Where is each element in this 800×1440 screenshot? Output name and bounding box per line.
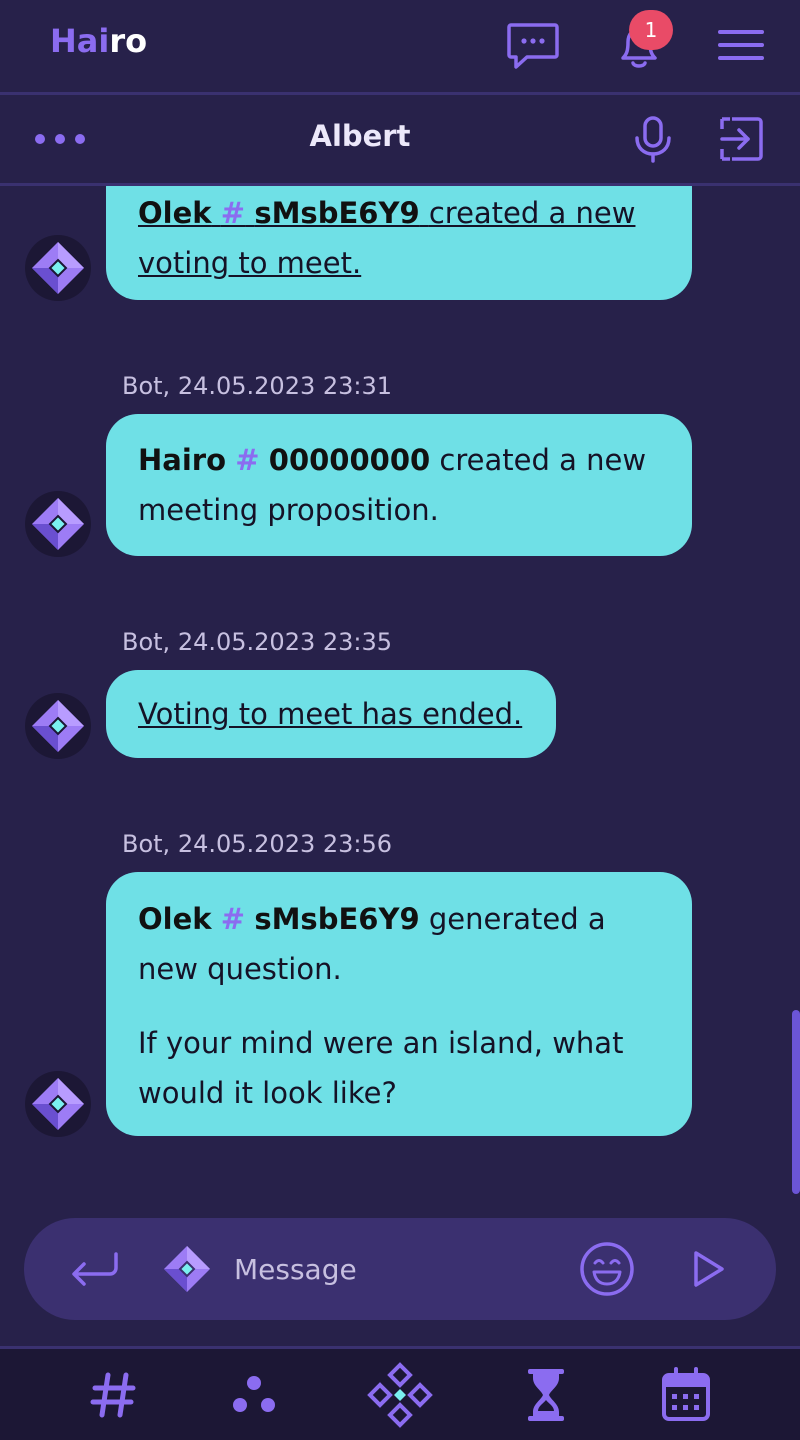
emoji-icon[interactable] <box>578 1240 636 1298</box>
voting-ended-link[interactable]: Voting to meet has ended. <box>138 697 522 731</box>
message-bubble: Voting to meet has ended. <box>106 670 556 758</box>
bot-avatar <box>25 491 91 557</box>
message-bubble: Olek # sMsbE6Y9 created a new voting to … <box>106 186 692 300</box>
app-header: Hairo 1 <box>0 0 800 92</box>
microphone-icon[interactable] <box>630 115 676 163</box>
bot-avatar <box>25 235 91 301</box>
chat-header: Albert <box>0 95 800 183</box>
bot-avatar <box>25 1071 91 1137</box>
hairo-diamond-icon[interactable] <box>160 1242 214 1296</box>
message-list[interactable]: Olek # sMsbE6Y9 created a new voting to … <box>0 186 800 1216</box>
bottom-nav <box>0 1346 800 1440</box>
message-bubble: Olek # sMsbE6Y9 generated a new question… <box>106 872 692 1136</box>
bot-avatar <box>25 693 91 759</box>
message-meta: Bot, 24.05.2023 23:56 <box>122 830 393 858</box>
message-composer <box>24 1218 776 1320</box>
app-logo[interactable]: Hairo <box>50 22 147 60</box>
chat-title: Albert <box>309 119 411 153</box>
calendar-icon[interactable] <box>654 1363 718 1427</box>
notification-badge: 1 <box>629 10 673 50</box>
send-icon[interactable] <box>688 1248 728 1290</box>
menu-icon[interactable] <box>714 18 768 72</box>
hairo-home-icon[interactable] <box>366 1361 434 1429</box>
message-meta: Bot, 24.05.2023 23:35 <box>122 628 393 656</box>
hourglass-icon[interactable] <box>514 1363 578 1427</box>
reply-icon[interactable] <box>68 1248 122 1292</box>
chat-icon[interactable] <box>506 18 560 72</box>
hashtag-icon[interactable] <box>82 1363 146 1427</box>
message-bubble: Hairo # 00000000 created a new meeting p… <box>106 414 692 556</box>
message-input[interactable] <box>234 1244 564 1294</box>
exit-icon[interactable] <box>714 115 764 163</box>
message-meta: Bot, 24.05.2023 23:31 <box>122 372 393 400</box>
scrollbar-thumb[interactable] <box>792 1010 800 1194</box>
group-dots-icon[interactable] <box>222 1363 286 1427</box>
